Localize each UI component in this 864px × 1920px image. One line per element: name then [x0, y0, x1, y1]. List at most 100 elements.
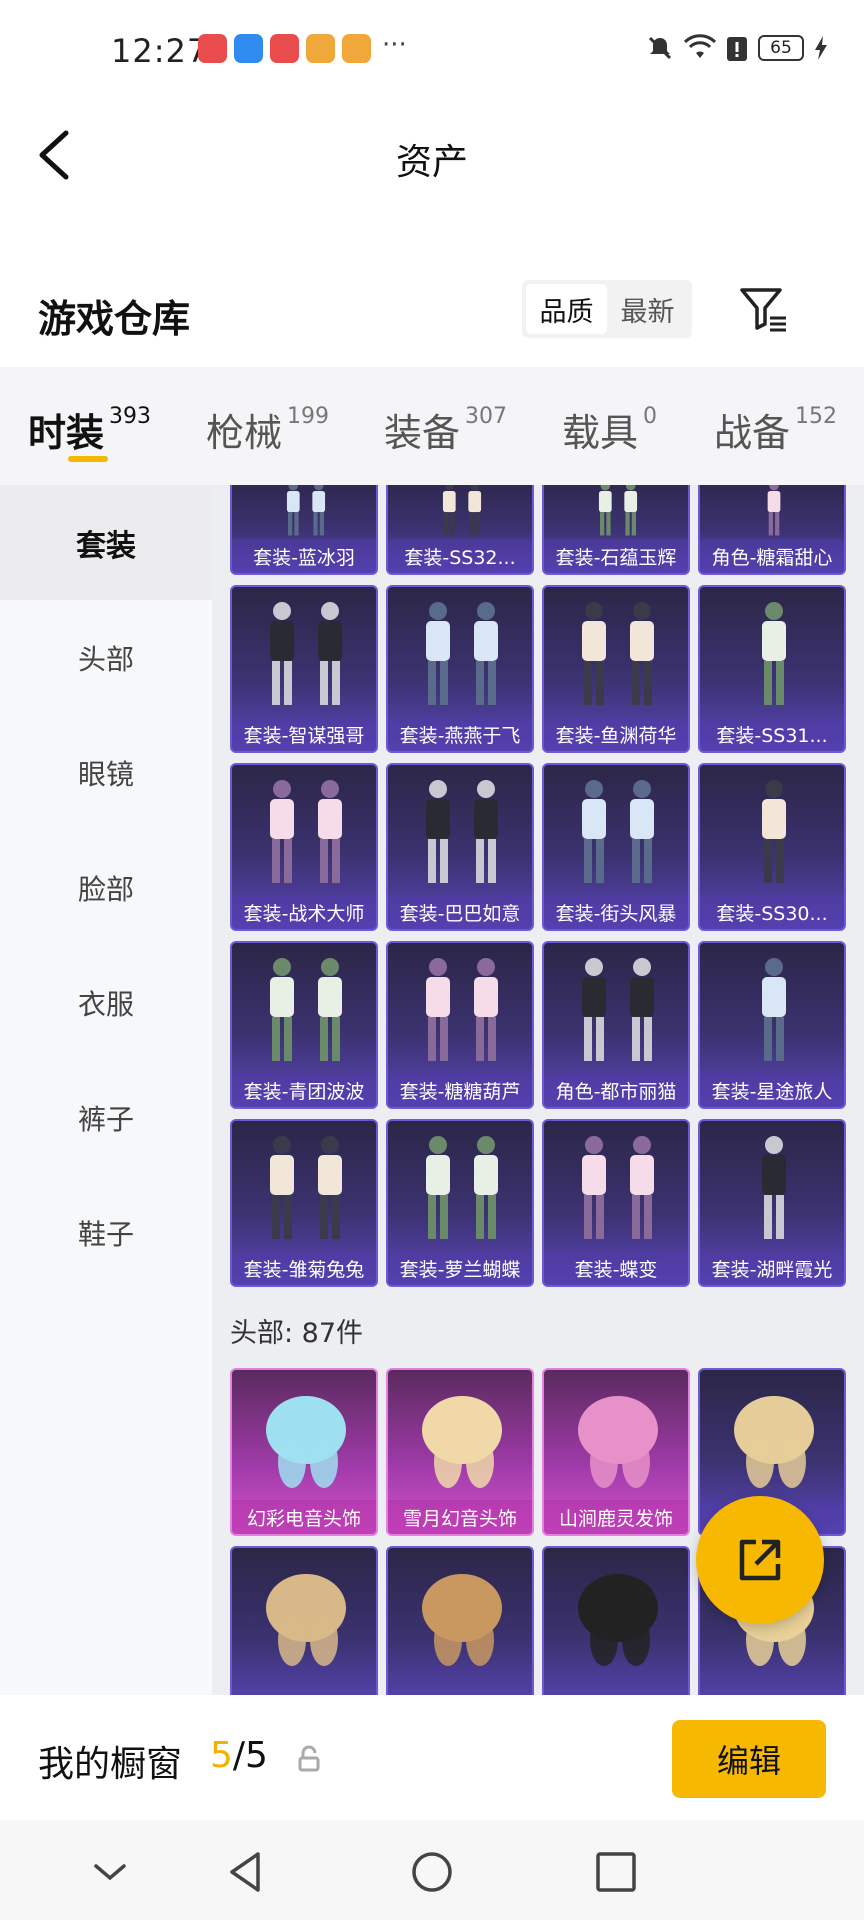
tab-equipment[interactable]: 装备 307	[384, 402, 507, 457]
showcase-current: 5	[210, 1735, 233, 1776]
item-card[interactable]: 套装-鱼渊荷华	[542, 585, 690, 753]
outfit-figure-image	[270, 602, 342, 705]
alert-icon	[727, 37, 747, 61]
sidebar: 套装 头部 眼镜 脸部 衣服 裤子 鞋子	[0, 485, 212, 1695]
share-button[interactable]	[696, 1496, 824, 1624]
sidebar-item-face[interactable]: 脸部	[0, 830, 212, 945]
item-card[interactable]: 套装-湖畔霞光	[698, 1119, 846, 1287]
item-card[interactable]: 套装-街头风暴	[542, 763, 690, 931]
item-card[interactable]: 角色-都市丽猫	[542, 941, 690, 1109]
item-card[interactable]: 套装-SS32...	[386, 485, 534, 575]
tab-count: 199	[287, 404, 330, 429]
sidebar-item-outfit[interactable]: 套装	[0, 485, 212, 600]
item-name: 套装-糖糖葫芦	[388, 1073, 532, 1107]
tab-label: 时装	[28, 411, 105, 455]
item-card[interactable]: 套装-星途旅人	[698, 941, 846, 1109]
sidebar-item-pants[interactable]: 裤子	[0, 1060, 212, 1175]
status-time: 12:27	[111, 32, 209, 70]
hair-item-image	[578, 1396, 658, 1488]
sidebar-item-shoes[interactable]: 鞋子	[0, 1175, 212, 1290]
item-name: 套装-巴巴如意	[388, 895, 532, 929]
item-card[interactable]: 套装-石蕴玉辉	[542, 485, 690, 575]
tab-fashion[interactable]: 时装 393	[28, 402, 151, 457]
app-notification-icon	[198, 34, 227, 63]
item-name: 套装-青团波波	[232, 1073, 376, 1107]
item-card[interactable]: 套装-蝶变	[542, 1119, 690, 1287]
item-card[interactable]: 套装-蓝冰羽	[230, 485, 378, 575]
outfit-grid: 套装-智谋强哥 套装-燕燕于飞 套装-鱼渊荷华 套装-SS31... 套装-战术大师 套装…	[230, 585, 850, 1287]
item-card[interactable]: 套装-SS31...	[698, 585, 846, 753]
item-card[interactable]: 角色-糖霜甜心	[698, 485, 846, 575]
item-card[interactable]	[542, 1546, 690, 1695]
tab-label: 枪械	[206, 411, 283, 455]
item-card[interactable]: 套装-SS30...	[698, 763, 846, 931]
item-name: 套装-石蕴玉辉	[544, 539, 688, 573]
sidebar-item-clothes[interactable]: 衣服	[0, 945, 212, 1060]
collapse-icon[interactable]	[88, 1850, 132, 1894]
item-card[interactable]: 套装-智谋强哥	[230, 585, 378, 753]
sort-newest-button[interactable]: 最新	[607, 284, 688, 334]
mute-icon	[648, 36, 672, 60]
item-card[interactable]: 套装-糖糖葫芦	[386, 941, 534, 1109]
hair-item-image	[734, 1396, 814, 1488]
tab-count: 307	[465, 404, 508, 429]
item-card[interactable]	[230, 1546, 378, 1695]
item-name: 套装-街头风暴	[544, 895, 688, 929]
outfit-figure-image	[426, 780, 498, 883]
hair-item-image	[266, 1396, 346, 1488]
tab-label: 战备	[714, 411, 791, 455]
item-card[interactable]: 套装-萝兰蝴蝶	[386, 1119, 534, 1287]
item-name: 套装-蝶变	[544, 1251, 688, 1285]
item-card[interactable]: 山涧鹿灵发饰	[542, 1368, 690, 1536]
sidebar-item-glasses[interactable]: 眼镜	[0, 715, 212, 830]
item-card[interactable]: 套装-巴巴如意	[386, 763, 534, 931]
nav-home-icon[interactable]	[410, 1850, 454, 1894]
item-name: 套装-蓝冰羽	[232, 539, 376, 573]
wifi-icon	[684, 34, 716, 58]
hair-item-image	[578, 1574, 658, 1666]
item-name: 套装-SS32...	[388, 539, 532, 573]
outfit-figure-image	[762, 1136, 786, 1239]
outfit-figure-image	[762, 780, 786, 883]
outfit-figure-image	[426, 602, 498, 705]
app-notification-icon	[306, 34, 335, 63]
category-tabs: 时装 393 枪械 199 装备 307 载具 0 战备 152	[0, 367, 864, 485]
outfit-figure-image	[767, 485, 781, 536]
sidebar-item-head[interactable]: 头部	[0, 600, 212, 715]
item-card[interactable]: 套装-青团波波	[230, 941, 378, 1109]
tab-supplies[interactable]: 战备 152	[714, 402, 837, 457]
tab-vehicles[interactable]: 载具 0	[562, 402, 657, 457]
filter-icon[interactable]	[736, 282, 790, 336]
item-name: 角色-都市丽猫	[544, 1073, 688, 1107]
outfit-figure-image	[270, 958, 342, 1061]
showcase-label: 我的橱窗	[38, 1744, 183, 1785]
item-card[interactable]: 幻彩电音头饰	[230, 1368, 378, 1536]
sort-quality-button[interactable]: 品质	[526, 284, 607, 334]
outfit-figure-image	[270, 780, 342, 883]
hair-item-image	[266, 1574, 346, 1666]
showcase-bar: 我的橱窗 5/5 编辑	[0, 1695, 864, 1820]
item-name: 套装-SS31...	[700, 717, 844, 751]
item-card[interactable]	[386, 1546, 534, 1695]
page-title: 资产	[395, 142, 468, 183]
app-screen: 12:27 ··· 65 资产 游戏仓库 品质 最新 时装 393 枪械 199…	[0, 0, 864, 1920]
item-name: 角色-糖霜甜心	[700, 539, 844, 573]
outfit-figure-image	[426, 1136, 498, 1239]
item-name: 套装-SS30...	[700, 895, 844, 929]
battery-indicator: 65	[758, 35, 804, 61]
edit-button[interactable]: 编辑	[672, 1720, 826, 1798]
item-name: 幻彩电音头饰	[232, 1500, 376, 1534]
outfit-figure-image	[426, 958, 498, 1061]
item-name: 套装-萝兰蝴蝶	[388, 1251, 532, 1285]
outfit-figure-image	[270, 1136, 342, 1239]
outfit-figure-image	[762, 602, 786, 705]
nav-back-icon[interactable]	[224, 1850, 268, 1894]
tab-count: 0	[643, 404, 658, 429]
nav-recents-icon[interactable]	[594, 1850, 638, 1894]
item-card[interactable]: 套装-战术大师	[230, 763, 378, 931]
item-card[interactable]: 雪月幻音头饰	[386, 1368, 534, 1536]
tab-firearms[interactable]: 枪械 199	[206, 402, 329, 457]
more-notifications-icon: ···	[382, 30, 407, 60]
item-card[interactable]: 套装-雏菊兔兔	[230, 1119, 378, 1287]
item-card[interactable]: 套装-燕燕于飞	[386, 585, 534, 753]
